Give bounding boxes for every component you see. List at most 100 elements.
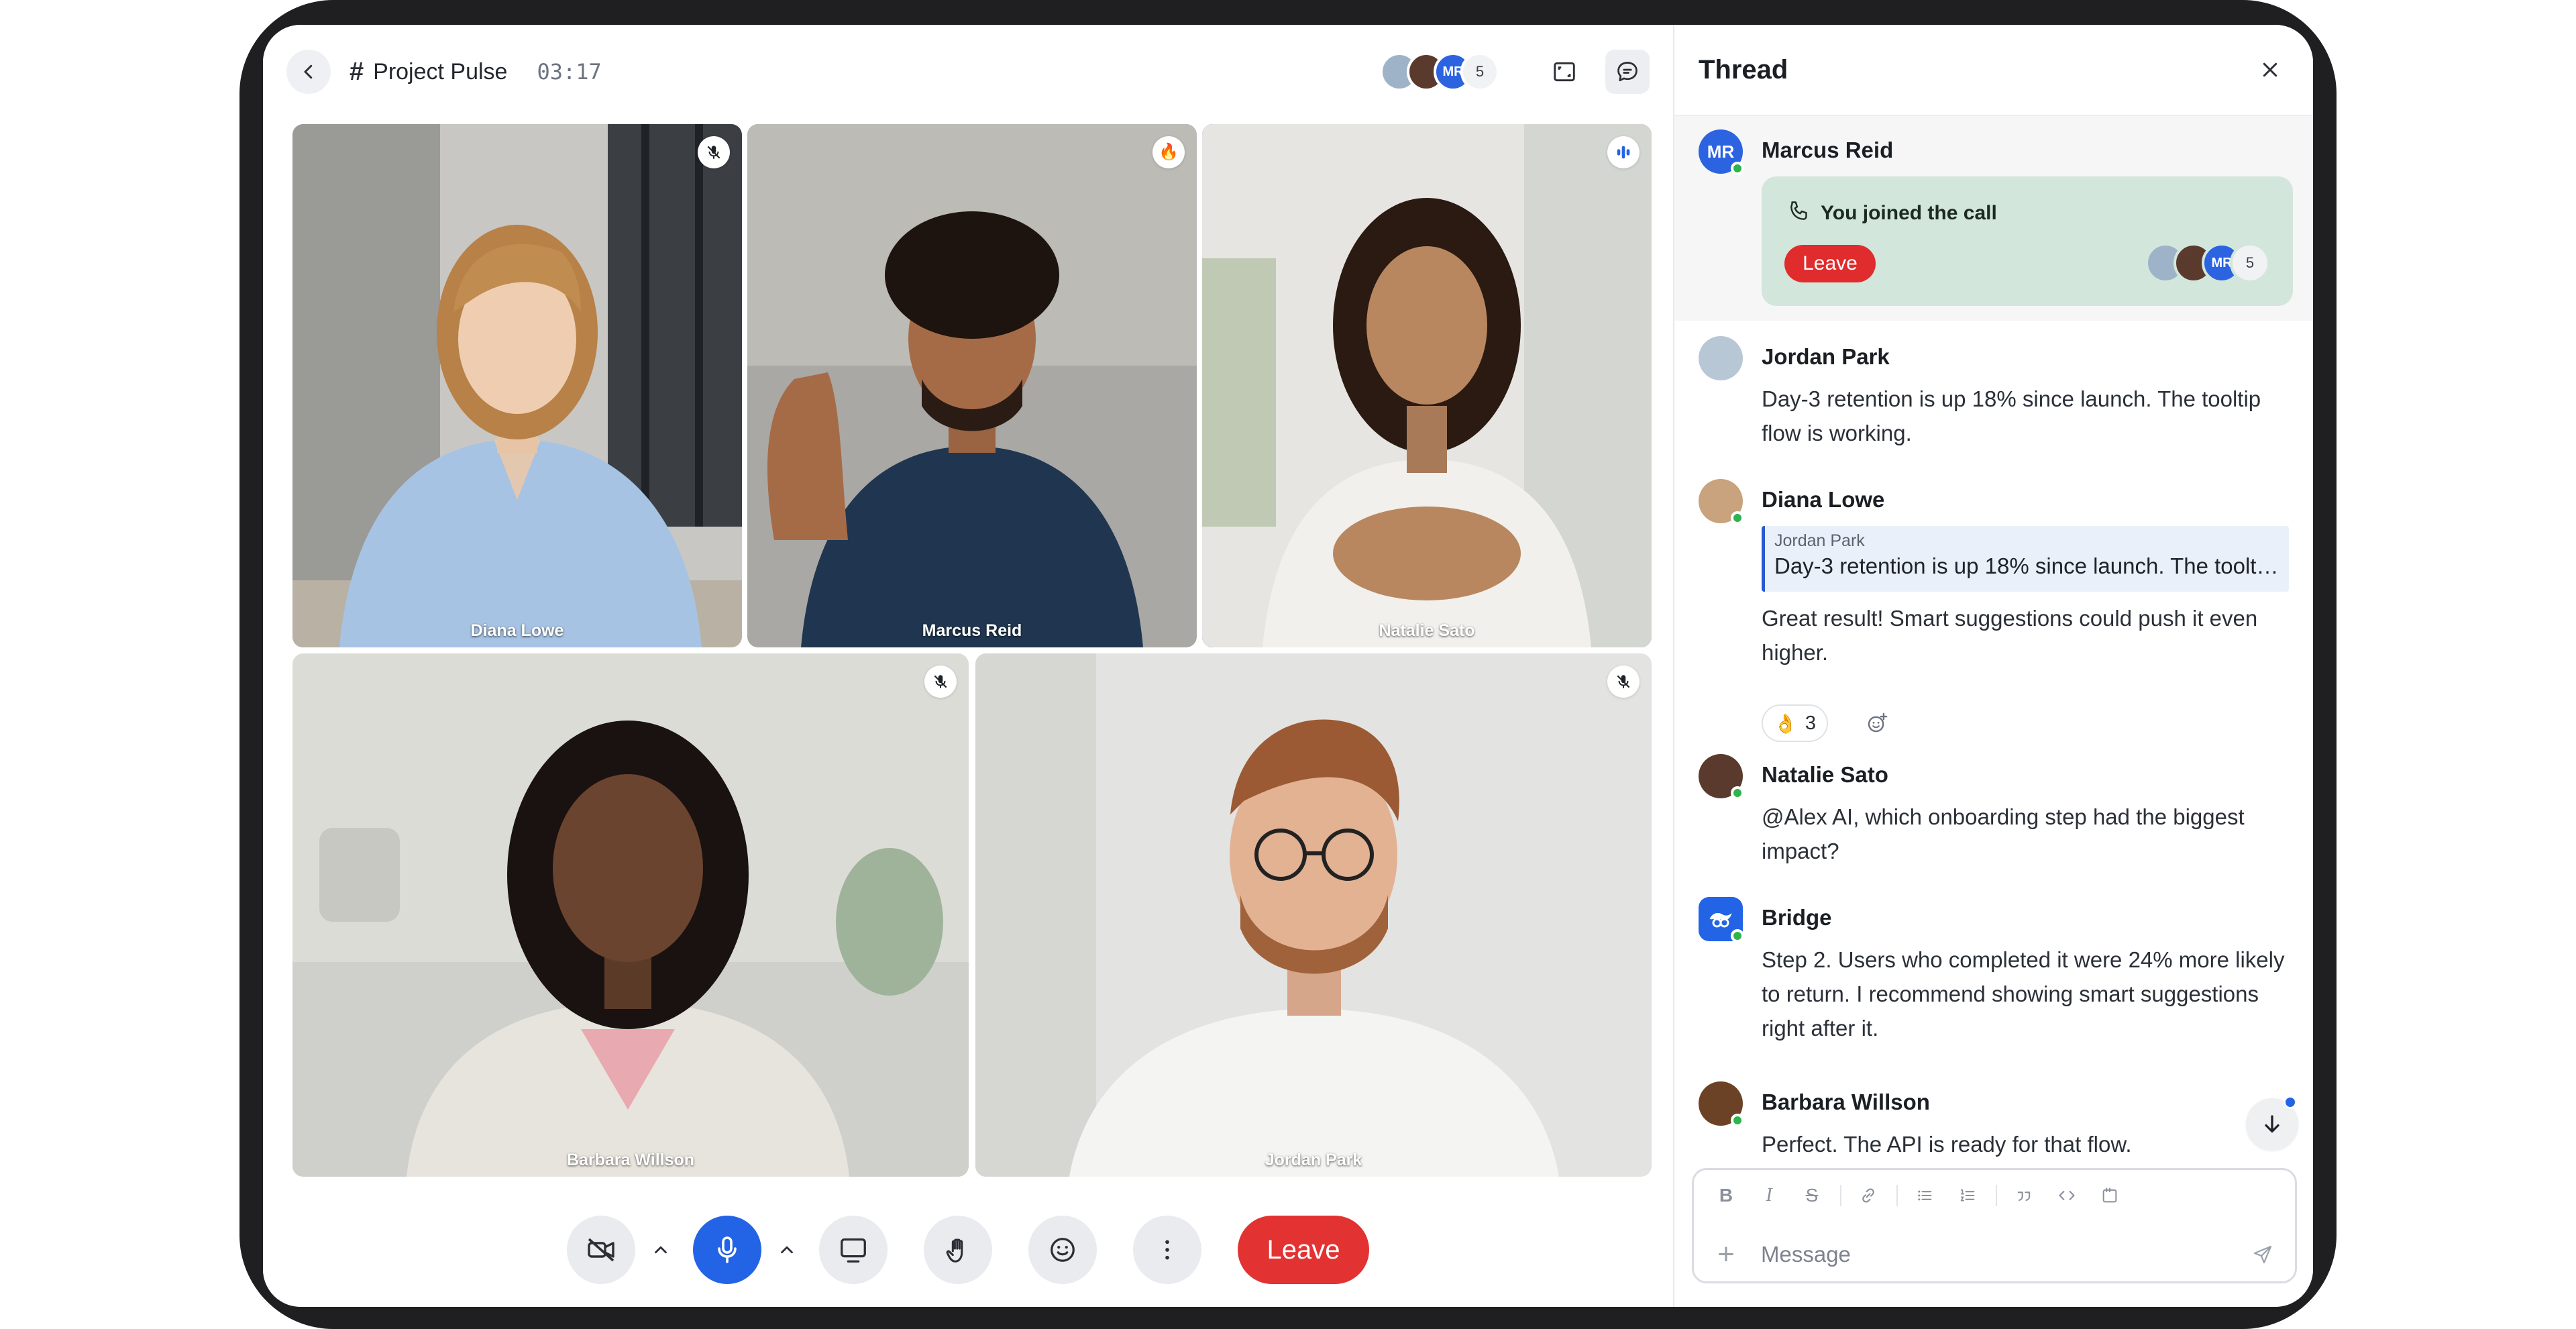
online-indicator [1731, 929, 1744, 943]
avatar: MR [1699, 129, 1744, 175]
back-button[interactable] [286, 50, 331, 94]
code-block-button[interactable] [2092, 1178, 2127, 1213]
bold-button[interactable]: B [1709, 1178, 1743, 1213]
message-input[interactable] [1761, 1242, 2245, 1267]
call-area: # Project Pulse 03:17 MR 5 Diana Lowe 🔥 … [263, 25, 1673, 1307]
participant-video [1202, 124, 1652, 647]
message-text: Great result! Smart suggestions could pu… [1762, 606, 2258, 665]
reactions-button[interactable] [1028, 1216, 1097, 1284]
strikethrough-button[interactable]: S [1794, 1178, 1829, 1213]
italic-icon: I [1766, 1185, 1772, 1206]
participant-video [975, 653, 1652, 1177]
video-tile-diana-lowe[interactable]: Diana Lowe [292, 124, 742, 647]
more-vertical-icon [1165, 1240, 1169, 1260]
video-tile-natalie-sato[interactable]: Natalie Sato [1202, 124, 1652, 647]
tile-participant-name: Jordan Park [1265, 1151, 1362, 1169]
thread-panel: Thread MR Marcus Reid You joined the cal… [1673, 25, 2313, 1307]
call-timer: 03:17 [537, 59, 602, 85]
quote-icon [2017, 1191, 2031, 1202]
camera-options-button[interactable] [645, 1234, 677, 1266]
chat-toggle-button[interactable] [1605, 50, 1650, 94]
message-author: Barbara Willson [1762, 1089, 1930, 1114]
speaking-icon [1617, 146, 1630, 159]
divider [1840, 1185, 1841, 1206]
bulleted-list-button[interactable] [1907, 1178, 1942, 1213]
microphone-options-button[interactable] [771, 1234, 803, 1266]
numbered-list-button[interactable] [1950, 1178, 1985, 1213]
participants-stack[interactable]: MR 5 [1380, 52, 1499, 91]
mic-off-icon [707, 146, 720, 159]
thread-message: MR Marcus Reid [1699, 129, 2289, 175]
share-screen-button[interactable] [819, 1216, 888, 1284]
avatar [1699, 336, 1743, 380]
chevron-left-icon [304, 64, 313, 79]
app-screen: # Project Pulse 03:17 MR 5 Diana Lowe 🔥 … [263, 25, 2313, 1307]
message-composer: B I S + Message [1692, 1168, 2297, 1283]
fullscreen-icon [1554, 62, 1575, 82]
chat-bubble-icon [1617, 62, 1638, 82]
smiley-icon [1051, 1238, 1075, 1262]
reaction-chip[interactable]: 👌 3 [1762, 704, 1829, 742]
message-author: Bridge [1762, 905, 1832, 930]
tile-status-badge: 🔥 [1152, 136, 1185, 168]
mic-off-icon [934, 675, 947, 688]
link-icon [1862, 1188, 1874, 1203]
hand-icon [946, 1238, 963, 1263]
call-status-text: You joined the call [1821, 202, 1997, 224]
raise-hand-button[interactable] [924, 1216, 992, 1284]
composer-input-row: + [1709, 1234, 2280, 1275]
message-text: Step 2. Users who completed it were 24% … [1762, 947, 2285, 1041]
add-reaction-button[interactable] [1858, 704, 1896, 742]
tile-status-badge [1607, 136, 1640, 168]
microphone-toggle-button[interactable] [693, 1216, 761, 1284]
message-author: Diana Lowe [1762, 487, 1885, 512]
close-thread-button[interactable] [2251, 51, 2289, 89]
chevron-up-icon [655, 1246, 667, 1254]
link-button[interactable] [1851, 1178, 1886, 1213]
message-text: Day-3 retention is up 18% since launch. … [1762, 386, 2261, 445]
thread-message: Jordan Park Day-3 retention is up 18% si… [1699, 336, 2289, 464]
add-attachment-button[interactable]: + [1709, 1238, 1743, 1271]
participants-stack[interactable]: MR 5 [2145, 243, 2270, 283]
quoted-message[interactable]: Jordan Park Day-3 retention is up 18% si… [1762, 526, 2289, 592]
leave-call-button[interactable]: Leave [1238, 1216, 1369, 1284]
avatar [1699, 897, 1744, 943]
avatar-initials: MR [1707, 141, 1735, 162]
fullscreen-button[interactable] [1542, 50, 1587, 94]
ok-hand-emoji: 👌 [1774, 712, 1797, 734]
message-author: Marcus Reid [1762, 138, 1894, 162]
send-icon [2253, 1245, 2272, 1264]
add-emoji-icon [1868, 712, 1888, 733]
formatting-toolbar: B I S [1709, 1178, 2135, 1213]
code-block-icon [2102, 1187, 2117, 1203]
call-header: # Project Pulse 03:17 MR 5 [286, 42, 1650, 102]
quote-button[interactable] [2006, 1178, 2041, 1213]
italic-button[interactable]: I [1752, 1178, 1786, 1213]
online-indicator [1731, 162, 1744, 175]
scroll-to-bottom-button[interactable] [2246, 1096, 2298, 1151]
mic-off-icon [1617, 675, 1630, 688]
leave-call-small-button[interactable]: Leave [1784, 245, 1876, 282]
message-author: Jordan Park [1762, 344, 1890, 369]
video-tile-jordan-park[interactable]: Jordan Park [975, 653, 1652, 1177]
avatar [1699, 754, 1744, 800]
camera-toggle-button[interactable] [567, 1216, 635, 1284]
strikethrough-icon: S [1805, 1185, 1819, 1206]
participants-count: 5 [2230, 243, 2270, 283]
numbered-list-icon [1960, 1189, 1975, 1202]
thread-header: Thread [1674, 25, 2313, 116]
unread-indicator [2284, 1096, 2297, 1109]
chevron-up-icon [781, 1246, 793, 1254]
video-tile-marcus-reid[interactable]: 🔥 Marcus Reid [747, 124, 1197, 647]
code-button[interactable] [2049, 1178, 2084, 1213]
thread-message: Barbara Willson Perfect. The API is read… [1699, 1081, 2289, 1162]
online-indicator [1731, 1114, 1744, 1127]
tile-participant-name: Barbara Willson [566, 1151, 695, 1169]
thread-message: Diana Lowe Jordan Park Day-3 retention i… [1699, 479, 2289, 747]
phone-icon [1790, 201, 1807, 220]
video-tile-barbara-willson[interactable]: Barbara Willson [292, 653, 969, 1177]
more-options-button[interactable] [1133, 1216, 1201, 1284]
send-button[interactable] [2245, 1237, 2280, 1272]
participant-video [747, 124, 1197, 647]
avatar [1699, 479, 1744, 525]
